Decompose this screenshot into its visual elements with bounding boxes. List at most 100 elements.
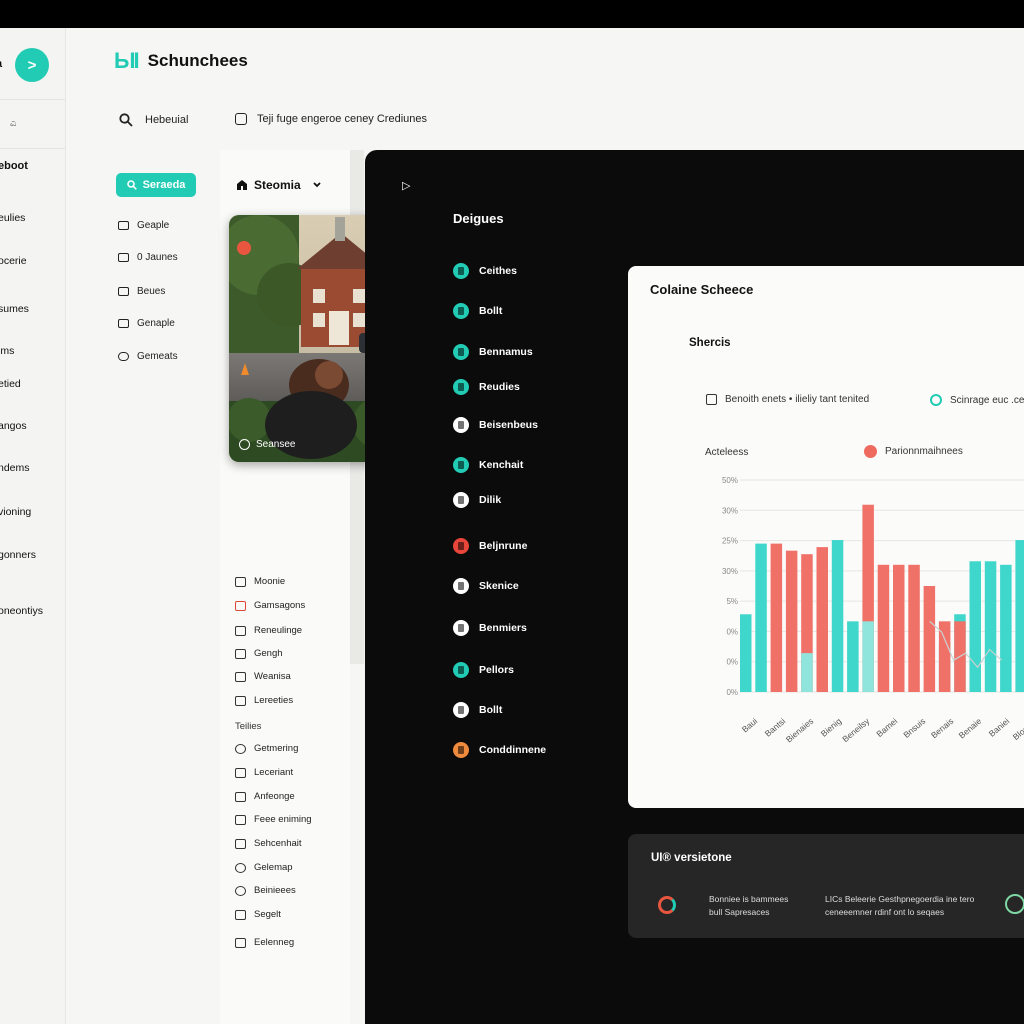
y-tick-label: 25% xyxy=(722,537,738,546)
chart-bar[interactable] xyxy=(877,564,890,692)
search-nav-button[interactable]: Seraeda xyxy=(116,173,196,197)
doc-icon xyxy=(235,625,246,636)
footer-text-line: ceneeemner rdinf ont lo seqaes xyxy=(825,907,945,917)
chart-bar[interactable] xyxy=(755,543,767,692)
search-label: Hebeuial xyxy=(145,114,189,126)
brain-icon[interactable] xyxy=(1005,894,1024,914)
search-bar[interactable]: Hebeuial xyxy=(119,113,188,127)
rail-item[interactable]: ocerie xyxy=(0,255,27,267)
dark-menu-item[interactable]: Bollt xyxy=(453,303,502,319)
nav-item[interactable]: Genaple xyxy=(118,318,175,329)
list-item[interactable]: Gelemap xyxy=(235,862,293,873)
nav-item-label: Beues xyxy=(137,286,166,297)
play-icon[interactable]: ▷ xyxy=(402,179,410,192)
app-logo: ЫI xyxy=(114,48,140,73)
chart-card-subtitle: Shercis xyxy=(689,337,731,349)
progress-ring-icon xyxy=(658,896,676,914)
go-button[interactable]: > xyxy=(15,48,49,82)
x-tick-label: Baniei xyxy=(987,716,1012,739)
chart-bar[interactable] xyxy=(740,614,752,692)
dark-menu-label: Reudies xyxy=(479,381,520,393)
dark-menu-item[interactable]: Kenchait xyxy=(453,457,523,473)
list-item[interactable]: Gamsagons xyxy=(235,600,305,611)
rail-brand: a xyxy=(0,58,2,70)
chart-bar[interactable] xyxy=(893,564,905,692)
rail-item[interactable]: angos xyxy=(0,420,27,432)
dark-menu-item[interactable]: Benmiers xyxy=(453,620,527,636)
chart-bar[interactable] xyxy=(785,550,798,692)
dark-menu-item[interactable]: Beljnrune xyxy=(453,538,527,554)
dark-menu-item[interactable]: Conddinnene xyxy=(453,742,546,758)
chart-bar[interactable] xyxy=(831,540,844,692)
menu-icon xyxy=(453,538,469,554)
legend-label: Parionnmaihnees xyxy=(885,446,963,457)
footer-text-line: LICs Beleerie Gesthpnegoerdia ine tero xyxy=(825,894,975,904)
dark-menu-label: Bollt xyxy=(479,704,503,716)
chart-bar[interactable] xyxy=(770,543,783,692)
list-item[interactable]: Anfeonge xyxy=(235,791,295,802)
chart-bar[interactable] xyxy=(847,621,859,692)
list-item[interactable]: Reneulinge xyxy=(235,625,302,636)
list-item-label: Lereeties xyxy=(254,695,294,706)
rail-item[interactable]: vioning xyxy=(0,506,31,518)
rail-item[interactable]: etied xyxy=(0,378,21,390)
rail-item[interactable]: oneontiys xyxy=(0,605,43,617)
dark-menu-item[interactable]: Dilik xyxy=(453,492,501,508)
list-item[interactable]: Lereeties xyxy=(235,695,293,706)
chart-bar[interactable] xyxy=(1000,564,1012,692)
rail-mini-icon[interactable]: ಎ xyxy=(10,118,16,129)
dark-menu-label: Kenchait xyxy=(479,459,524,471)
rail-item[interactable]: ims xyxy=(0,345,14,357)
list-item[interactable]: Segelt xyxy=(235,909,281,920)
dark-menu-item[interactable]: Skenice xyxy=(453,578,519,594)
chart-bar[interactable] xyxy=(801,653,813,692)
dark-menu-item[interactable]: Ceithes xyxy=(453,263,517,279)
nav-item[interactable]: Beues xyxy=(118,286,165,297)
rail-item[interactable]: eboot xyxy=(0,160,28,172)
list-header-dropdown[interactable]: Steomia xyxy=(236,178,323,192)
chart-bar[interactable] xyxy=(969,561,982,692)
grid-icon xyxy=(118,319,129,328)
window-icon xyxy=(235,671,246,682)
filter-radio[interactable]: Scinrage euc .ces xyxy=(930,394,1024,406)
menu-icon xyxy=(453,263,469,279)
list-item[interactable]: Gengh xyxy=(235,648,283,659)
chart-bar[interactable] xyxy=(816,547,829,692)
nav-item[interactable]: Gemeats xyxy=(118,351,178,362)
filter-checkbox[interactable]: Benoith enets • ilieliy tant tenited xyxy=(706,394,869,405)
dark-menu-item[interactable]: Reudies xyxy=(453,379,520,395)
list-item[interactable]: Leceriant xyxy=(235,767,293,778)
rail-item[interactable]: ndems xyxy=(0,462,30,474)
dark-menu-item[interactable]: Bennamus xyxy=(453,344,533,360)
nav-column: Seraeda Geaple 0 Jaunes Beues Genaple Ge… xyxy=(102,150,220,1024)
chart-bar[interactable] xyxy=(984,561,997,692)
list-item[interactable]: Feee eniming xyxy=(235,814,312,825)
nav-item-label: Gemeats xyxy=(137,351,178,362)
nav-item[interactable]: 0 Jaunes xyxy=(118,252,178,263)
list-item[interactable]: Getmering xyxy=(235,743,298,754)
dark-menu-item[interactable]: Bollt xyxy=(453,702,502,718)
list-item[interactable]: Weanisa xyxy=(235,671,291,682)
chart-icon xyxy=(235,909,246,920)
rail-item[interactable]: eulies xyxy=(0,212,25,224)
chart-bar[interactable] xyxy=(862,621,874,692)
nav-item[interactable]: Geaple xyxy=(118,220,169,231)
toolbar-text: Teji fuge engeroe ceney Crediunes xyxy=(257,113,428,125)
tag-icon xyxy=(235,695,246,706)
list-item[interactable]: Sehcenhait xyxy=(235,838,302,849)
legend-item[interactable]: Parionnmaihnees xyxy=(864,445,963,458)
list-item[interactable]: Moonie xyxy=(235,576,285,587)
rail-item[interactable]: gonners xyxy=(0,549,36,561)
y-tick-label: 30% xyxy=(722,506,738,515)
chart-bar[interactable] xyxy=(908,564,920,692)
list-item[interactable]: Beinieees xyxy=(235,885,296,896)
dark-menu-item[interactable]: Beisenbeus xyxy=(453,417,538,433)
chart-bar[interactable] xyxy=(923,586,936,692)
chart-bar[interactable] xyxy=(1015,540,1024,692)
home-icon xyxy=(237,180,247,190)
list-item[interactable]: Eelenneg xyxy=(235,937,294,948)
dark-menu-item[interactable]: Pellors xyxy=(453,662,514,678)
rail-item[interactable]: sumes xyxy=(0,303,29,315)
chart-bar[interactable] xyxy=(938,621,951,692)
toolbar[interactable]: Teji fuge engeroe ceney Crediunes xyxy=(235,113,427,125)
